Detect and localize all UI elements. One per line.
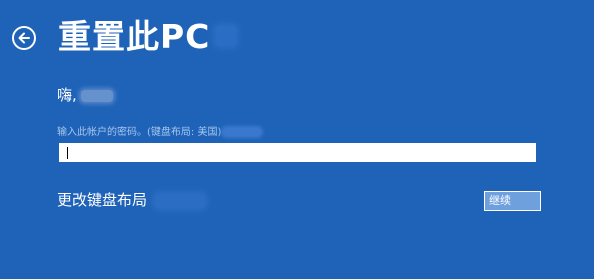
redacted-account-email [223,128,262,136]
password-prompt: 输入此帐户的密码。(键盘布局: 美国) [57,127,222,138]
change-keyboard-layout-link[interactable]: 更改键盘布局 [57,189,206,211]
password-prompt-row: 输入此帐户的密码。(键盘布局: 美国) [57,126,262,139]
redacted-layout-detail [155,193,206,208]
page-title: 重置此PC [58,17,211,56]
back-button[interactable] [12,26,36,50]
page-title-row: 重置此PC [58,16,237,58]
greeting-row: 嗨, [57,85,113,105]
change-keyboard-layout-label: 更改键盘布局 [57,191,148,209]
password-field[interactable] [59,143,536,162]
continue-button[interactable]: 继续 [484,191,541,211]
greeting-text: 嗨, [57,86,77,104]
text-cursor [67,147,68,159]
redacted-title-suffix [216,25,237,46]
back-arrow-icon [18,32,30,44]
redacted-username [80,89,113,102]
